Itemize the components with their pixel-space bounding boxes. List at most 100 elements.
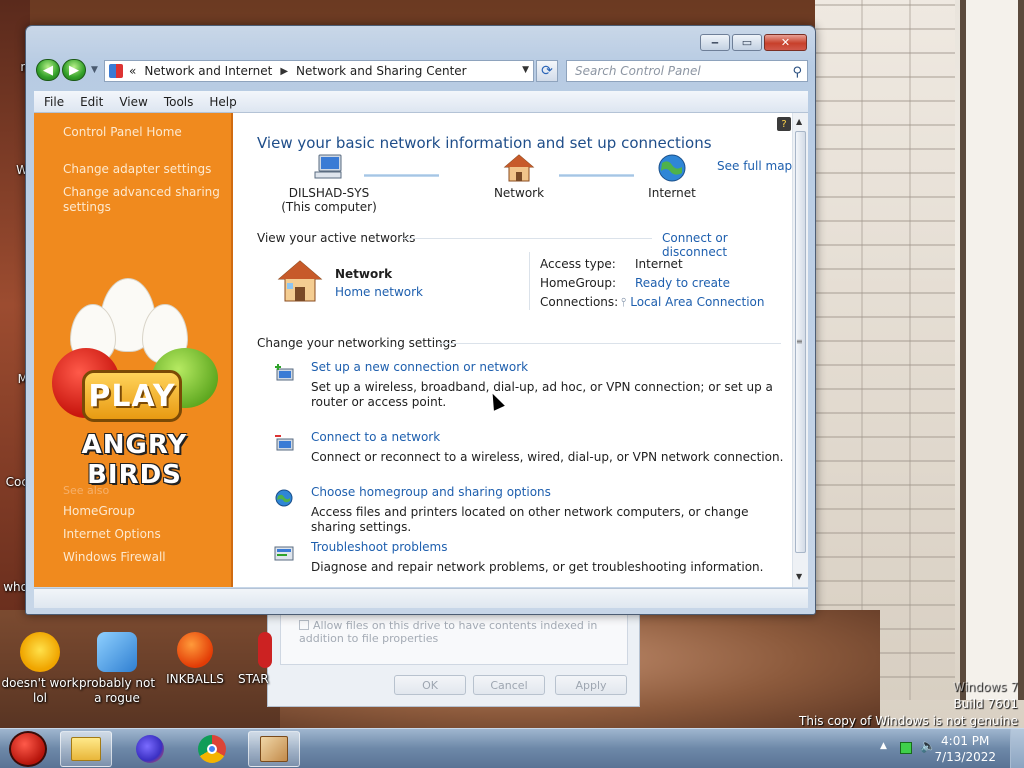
search-placeholder: Search Control Panel	[575, 64, 701, 78]
back-button[interactable]: ◀	[36, 59, 60, 81]
maximize-button[interactable]: ▭	[732, 34, 762, 51]
cancel-button[interactable]: Cancel	[473, 675, 545, 695]
house-icon	[503, 154, 535, 182]
address-bar[interactable]: « Network and Internet ▶ Network and Sha…	[104, 60, 534, 82]
maximize-icon: ▭	[741, 36, 753, 49]
index-checkbox[interactable]: Allow files on this drive to have conten…	[299, 619, 619, 645]
sidebar-homegroup[interactable]: HomeGroup	[63, 504, 223, 519]
breadcrumb-separator-icon[interactable]: ▶	[280, 66, 288, 77]
dialog-panel: Allow files on this drive to have conten…	[280, 613, 628, 665]
desktop-label-partial: n	[0, 60, 28, 75]
angry-birds-banner: PLAY ANGRY BIRDS	[42, 278, 227, 490]
desktop-label-partial: who	[3, 580, 28, 594]
vertical-scrollbar[interactable]: ▲ ≡ ▼	[792, 113, 808, 587]
scroll-up-icon[interactable]: ▲	[796, 117, 802, 126]
forward-button[interactable]: ▶	[62, 59, 86, 81]
desktop-icon-yahoo[interactable]: doesn't work lol	[0, 632, 80, 706]
task-description: Connect or reconnect to a wireless, wire…	[311, 450, 784, 464]
game-icon	[258, 632, 272, 668]
watermark-os: Windows 7	[952, 680, 1018, 694]
active-network-name: Network	[335, 267, 393, 281]
clock-date: 7/13/2022	[934, 750, 996, 764]
desktop-icon-label: probably not a rogue	[78, 676, 156, 705]
map-computer[interactable]: DILSHAD-SYS (This computer)	[279, 153, 379, 214]
menu-help[interactable]: Help	[209, 95, 236, 109]
control-panel-icon	[260, 736, 288, 762]
task-description: Set up a wireless, broadband, dial-up, a…	[311, 380, 773, 409]
watermark-build: Build 7601	[953, 697, 1018, 711]
play-button: PLAY	[82, 370, 182, 422]
breadcrumb-network-internet[interactable]: Network and Internet	[144, 64, 272, 78]
homegroup-link[interactable]: Ready to create	[635, 276, 730, 290]
close-icon: ✕	[780, 36, 791, 49]
breadcrumb-sharing-center[interactable]: Network and Sharing Center	[296, 64, 467, 78]
change-settings-label: Change your networking settings	[257, 336, 457, 350]
angry-bird-start-icon	[9, 731, 47, 767]
search-input[interactable]: Search Control Panel ⚲	[566, 60, 808, 82]
sidebar-control-panel-home[interactable]: Control Panel Home	[63, 125, 223, 140]
menu-edit[interactable]: Edit	[80, 95, 103, 109]
show-desktop-button[interactable]	[1010, 729, 1024, 768]
breadcrumb-prefix[interactable]: «	[129, 64, 136, 78]
help-icon[interactable]: ?	[777, 117, 791, 131]
sidebar: Control Panel Home Change adapter settin…	[34, 113, 233, 587]
map-network[interactable]: Network	[469, 153, 569, 200]
recent-pages-dropdown[interactable]: ▼	[91, 65, 98, 75]
taskbar-control-panel[interactable]	[248, 731, 300, 767]
apply-button[interactable]: Apply	[555, 675, 627, 695]
connect-network-link[interactable]: Connect to a network	[311, 430, 440, 444]
map-internet[interactable]: Internet	[622, 153, 722, 200]
scrollbar-grip-icon: ≡	[796, 337, 803, 346]
sidebar-advanced-sharing[interactable]: Change advanced sharing settings	[63, 185, 223, 215]
taskbar-firefox[interactable]	[124, 731, 176, 767]
show-hidden-icons-icon[interactable]: ▲	[880, 741, 887, 751]
desktop-icon-star[interactable]: STAR	[222, 632, 282, 687]
minimize-button[interactable]: ‒	[700, 34, 730, 51]
troubleshoot-link[interactable]: Troubleshoot problems	[311, 540, 447, 554]
taskbar-chrome[interactable]	[186, 731, 238, 767]
address-dropdown-icon[interactable]: ▼	[522, 65, 529, 75]
ok-button[interactable]: OK	[394, 675, 466, 695]
menu-view[interactable]: View	[119, 95, 147, 109]
menu-tools[interactable]: Tools	[164, 95, 194, 109]
see-full-map-link[interactable]: See full map	[717, 159, 792, 173]
network-sharing-center-window: ‒ ▭ ✕ ◀ ▶ ▼ « Network and Internet ▶ Net…	[25, 25, 816, 615]
homegroup-options-link[interactable]: Choose homegroup and sharing options	[311, 485, 551, 499]
local-area-connection-link[interactable]: ⫯ Local Area Connection	[621, 295, 764, 310]
system-clock[interactable]: 4:01 PM 7/13/2022	[934, 733, 996, 765]
new-connection-icon	[275, 364, 294, 381]
clock-time: 4:01 PM	[941, 734, 990, 748]
search-icon[interactable]: ⚲	[792, 63, 802, 83]
desktop-icon-rogue[interactable]: probably not a rogue	[77, 632, 157, 706]
troubleshoot-icon	[274, 546, 294, 561]
main-panel: ? View your basic network information an…	[249, 113, 794, 587]
desktop-background-frame	[960, 0, 1024, 700]
desktop-icon-label: STAR	[238, 672, 269, 686]
ethernet-icon: ⫯	[621, 295, 627, 309]
page-title: View your basic network information and …	[257, 134, 712, 152]
properties-dialog: Allow files on this drive to have conten…	[267, 612, 640, 707]
network-status-icon[interactable]	[900, 742, 912, 754]
close-button[interactable]: ✕	[764, 34, 807, 51]
sidebar-windows-firewall[interactable]: Windows Firewall	[63, 550, 223, 565]
refresh-button[interactable]: ⟳	[536, 60, 558, 82]
yahoo-messenger-icon	[20, 632, 60, 672]
internet-label: Internet	[648, 186, 696, 200]
taskbar-explorer[interactable]	[60, 731, 112, 767]
start-button[interactable]	[2, 729, 54, 768]
desktop-icon-label: doesn't work lol	[1, 676, 79, 705]
desktop-label-partial: M	[17, 372, 28, 386]
control-panel-icon	[109, 64, 123, 78]
sidebar-internet-options[interactable]: Internet Options	[63, 527, 223, 542]
scroll-down-icon[interactable]: ▼	[796, 572, 802, 581]
connect-disconnect-link[interactable]: Connect or disconnect	[662, 231, 794, 259]
homegroup-globe-icon	[275, 489, 293, 507]
menu-file[interactable]: File	[44, 95, 64, 109]
network-label: Network	[493, 186, 545, 200]
network-type-link[interactable]: Home network	[335, 285, 423, 299]
sidebar-change-adapter[interactable]: Change adapter settings	[63, 162, 223, 177]
access-type-label: Access type:	[540, 257, 616, 271]
content-area: Control Panel Home Change adapter settin…	[34, 113, 808, 587]
sidebar-see-also: See also	[63, 484, 110, 497]
setup-connection-link[interactable]: Set up a new connection or network	[311, 360, 528, 374]
